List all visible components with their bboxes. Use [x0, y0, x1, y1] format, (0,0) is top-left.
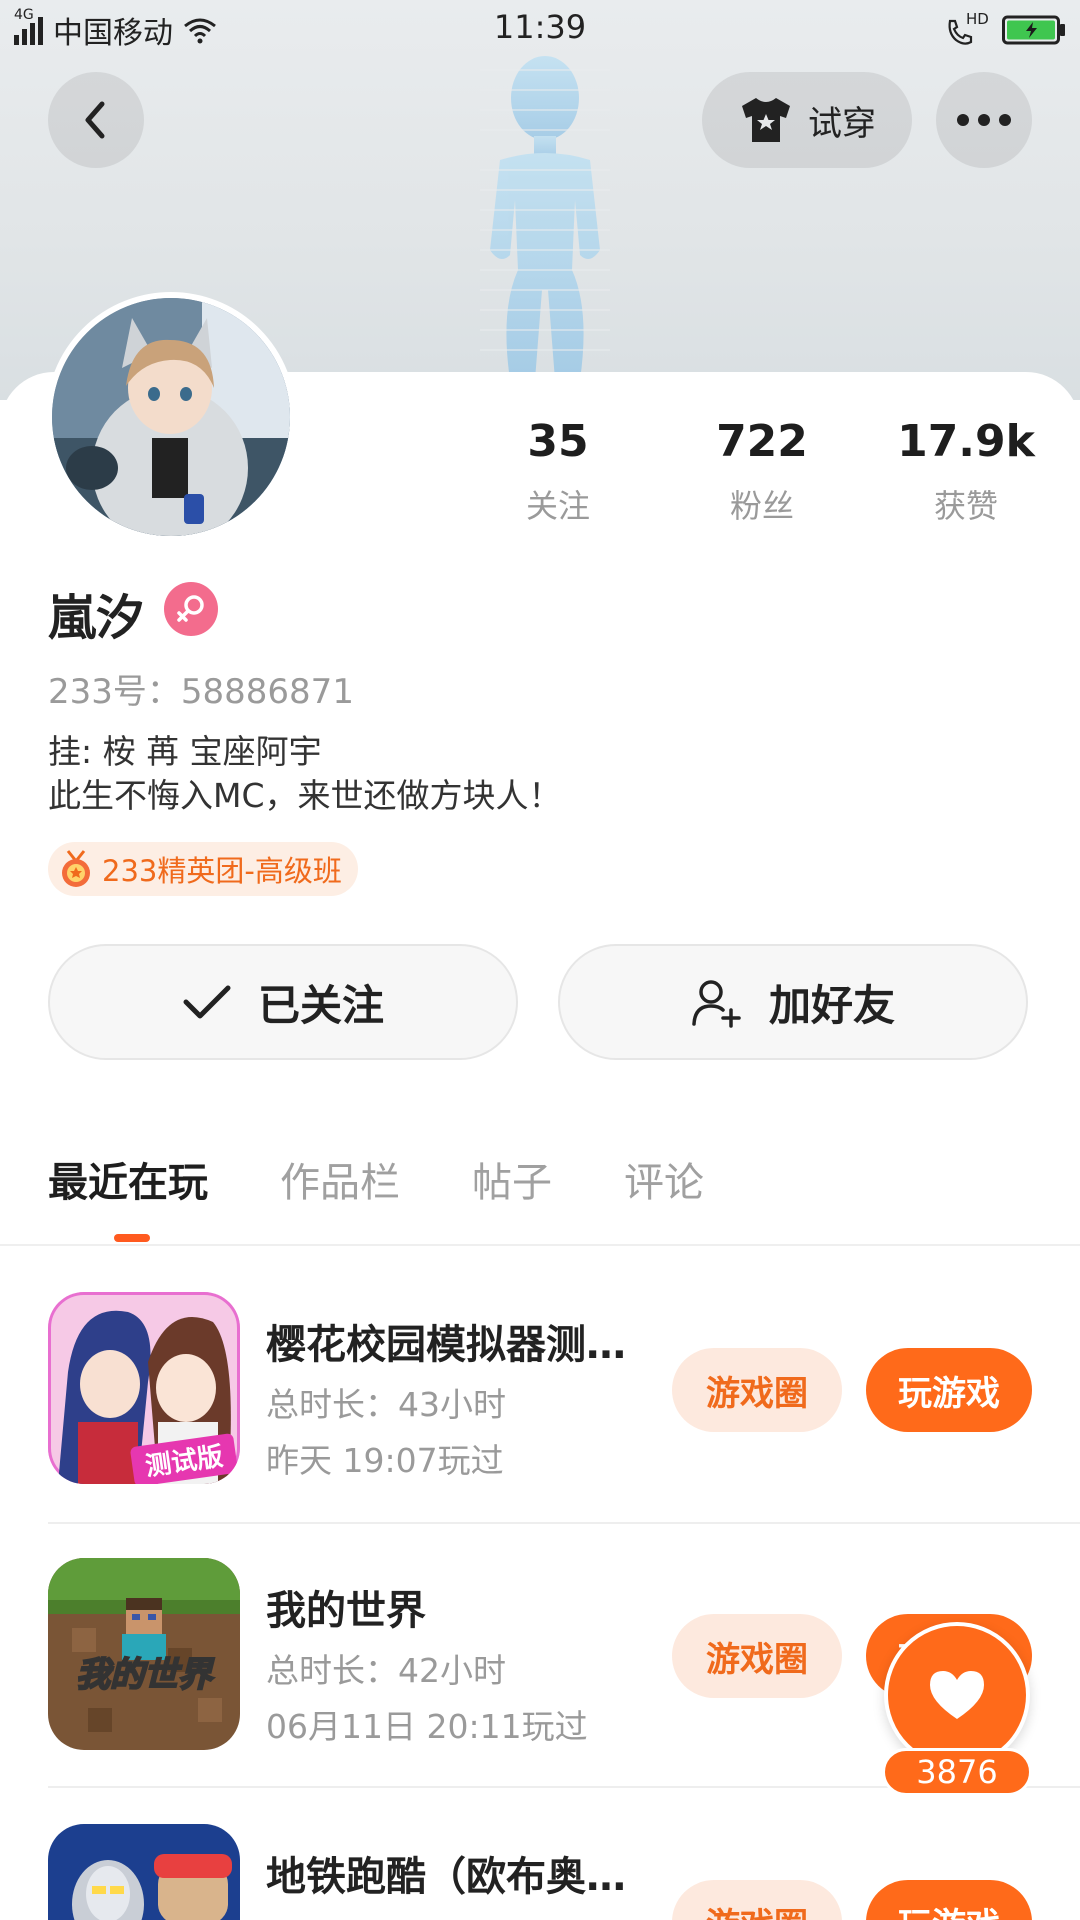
bio-line: 此生不悔入MC，来世还做方块人！	[48, 776, 562, 815]
game-title: 地铁跑酷（欧布奥特曼版）	[266, 1854, 646, 1900]
game-row[interactable]: 测试版 樱花校园模拟器测试版 总时长：43小时 昨天 19:07玩过 游戏圈 玩…	[48, 1292, 1080, 1556]
profile-tabs: 最近在玩 作品栏 帖子 评论	[48, 1150, 704, 1208]
game-duration: 总时长：42小时	[266, 1651, 506, 1690]
game-circle-button[interactable]: 游戏圈	[672, 1614, 842, 1698]
more-dots-icon	[957, 114, 1011, 126]
game-title: 樱花校园模拟器测试版	[266, 1322, 646, 1368]
game-icon-minecraft: 我的世界	[48, 1558, 240, 1750]
try-on-button[interactable]: 试穿	[702, 72, 912, 168]
stat-label: 关注	[525, 487, 590, 525]
avatar-hologram-figure	[480, 56, 610, 380]
status-bar: 4G 中国移动 11:39 HD	[0, 0, 1080, 60]
game-circle-button[interactable]: 游戏圈	[672, 1880, 842, 1920]
stat-following[interactable]: 35 关注	[458, 416, 658, 527]
badge-label: 233精英团-高级班	[102, 854, 342, 888]
game-icon-caption: 我的世界	[76, 1655, 215, 1695]
like-button[interactable]	[884, 1622, 1030, 1768]
checkmark-icon	[183, 985, 231, 1019]
active-tab-indicator	[114, 1234, 150, 1242]
medal-icon	[62, 850, 90, 887]
play-game-button[interactable]: 玩游戏	[866, 1348, 1032, 1432]
following-label: 已关注	[257, 980, 384, 1030]
tab-posts[interactable]: 帖子	[472, 1150, 552, 1208]
hd-call-icon: HD	[944, 10, 989, 48]
game-last-played: 06月11日 20:11玩过	[266, 1707, 588, 1746]
stat-label: 粉丝	[729, 487, 794, 525]
stat-value: 35	[527, 416, 589, 467]
game-title: 我的世界	[266, 1588, 426, 1634]
back-button[interactable]	[48, 72, 144, 168]
profile-name: 嵐汐	[48, 590, 145, 646]
game-row[interactable]: 地铁跑酷（欧布奥特曼版） 总时长：5小时 游戏圈 玩游戏	[48, 1824, 1080, 1920]
stat-label: 获赞	[933, 487, 998, 525]
play-game-button[interactable]: 玩游戏	[866, 1880, 1032, 1920]
game-circle-button[interactable]: 游戏圈	[672, 1348, 842, 1432]
divider	[48, 1522, 1080, 1524]
chevron-left-icon	[85, 101, 105, 139]
stat-likes[interactable]: 17.9k 获赞	[866, 416, 1066, 527]
game-icon-subway-surfers	[48, 1824, 240, 1920]
tab-comments[interactable]: 评论	[624, 1150, 704, 1208]
game-icon-sakura: 测试版	[48, 1292, 240, 1484]
group-badge[interactable]: 233精英团-高级班	[48, 842, 358, 896]
battery-icon	[1002, 15, 1065, 45]
add-friend-button[interactable]: 加好友	[558, 944, 1028, 1060]
tab-works[interactable]: 作品栏	[280, 1150, 400, 1208]
tab-recently-played[interactable]: 最近在玩	[48, 1150, 208, 1208]
avatar-illustration	[52, 298, 290, 536]
heart-icon	[930, 1671, 984, 1719]
female-icon	[164, 582, 218, 636]
avatar[interactable]	[46, 292, 296, 542]
tshirt-icon	[742, 98, 790, 142]
bio-line: 挂: 桉 苒 宝座阿宇	[48, 732, 322, 771]
hd-label: HD	[966, 10, 989, 28]
game-duration: 总时长：5小时	[266, 1910, 485, 1920]
following-button[interactable]: 已关注	[48, 944, 518, 1060]
stat-value: 17.9k	[897, 416, 1035, 467]
game-last-played: 昨天 19:07玩过	[266, 1441, 504, 1480]
divider	[0, 1244, 1080, 1246]
add-friend-label: 加好友	[768, 980, 895, 1030]
status-time: 11:39	[493, 8, 587, 46]
user-id: 233号：58886871	[48, 672, 354, 712]
stat-value: 722	[716, 416, 808, 467]
try-on-label: 试穿	[808, 103, 876, 144]
more-options-button[interactable]	[936, 72, 1032, 168]
add-user-icon	[692, 980, 741, 1028]
profile-bio: 挂: 桉 苒 宝座阿宇 此生不悔入MC，来世还做方块人！	[48, 730, 562, 818]
like-count: 3876	[882, 1748, 1032, 1796]
game-duration: 总时长：43小时	[266, 1385, 506, 1424]
stat-fans[interactable]: 722 粉丝	[662, 416, 862, 527]
